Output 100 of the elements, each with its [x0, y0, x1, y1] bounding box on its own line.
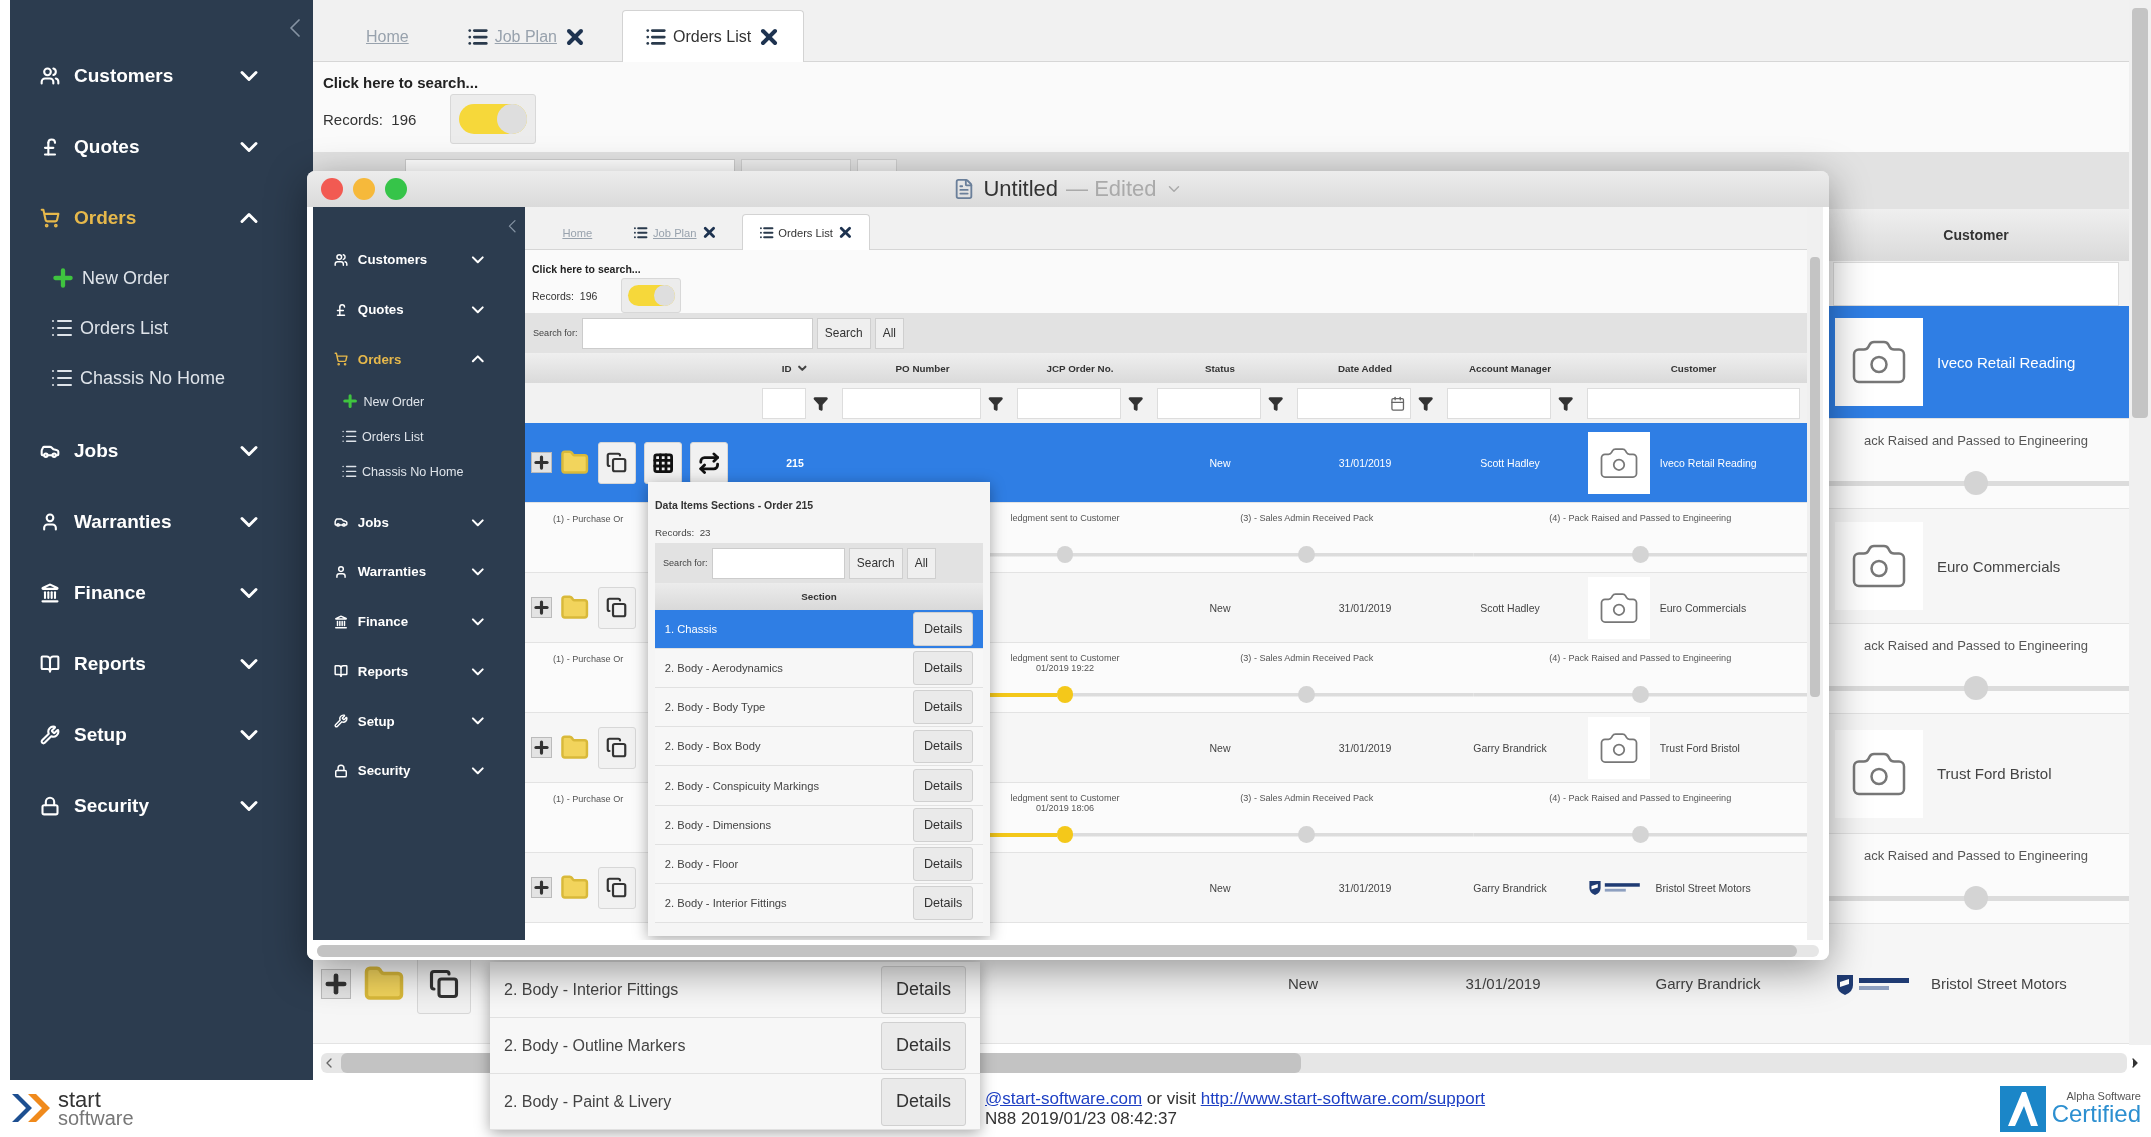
- filter-field[interactable]: [842, 387, 981, 419]
- details-button[interactable]: Details: [880, 1077, 966, 1126]
- nav-subitem[interactable]: New Order: [313, 384, 517, 420]
- section-row[interactable]: 2. Body - Aerodynamics Details: [655, 648, 983, 689]
- nav-item[interactable]: Finance: [313, 596, 517, 647]
- filter-field[interactable]: [762, 387, 806, 419]
- nav-item[interactable]: Setup: [10, 699, 305, 770]
- details-button[interactable]: Details: [913, 690, 974, 724]
- nav-item[interactable]: Orders: [10, 182, 305, 253]
- copy-button[interactable]: [597, 726, 636, 769]
- filter-icon[interactable]: [1557, 395, 1573, 411]
- tab[interactable]: Orders List: [742, 214, 871, 251]
- details-button[interactable]: Details: [913, 651, 974, 685]
- filter-field[interactable]: [1587, 387, 1800, 419]
- section-row[interactable]: 2. Body - Interior Fittings Details: [655, 884, 983, 924]
- nav-item[interactable]: Quotes: [10, 111, 305, 182]
- filter-icon[interactable]: [812, 395, 828, 411]
- filter-icon[interactable]: [987, 395, 1003, 411]
- nav-item[interactable]: Warranties: [10, 486, 305, 557]
- support-link[interactable]: http://www.start-software.com/support: [1200, 1088, 1486, 1108]
- window-zoom-button[interactable]: [385, 178, 407, 200]
- section-row[interactable]: 2. Body - Floor Details: [655, 844, 983, 884]
- section-row[interactable]: 2. Body - Outline Markers Details: [490, 1018, 980, 1074]
- details-button[interactable]: Details: [913, 807, 974, 842]
- copy-button[interactable]: [597, 866, 636, 909]
- window-close-button[interactable]: [321, 178, 343, 200]
- details-button[interactable]: Details: [880, 965, 966, 1014]
- search-button[interactable]: All: [874, 317, 904, 349]
- nav-subitem[interactable]: Orders List: [313, 419, 517, 455]
- add-icon[interactable]: [530, 597, 552, 619]
- nav-item[interactable]: Orders: [313, 334, 517, 385]
- list-icon: [341, 428, 358, 445]
- column-header[interactable]: PO Number: [895, 362, 950, 374]
- toggle-switch[interactable]: [450, 94, 537, 144]
- swap-button[interactable]: [690, 441, 728, 484]
- filter-field[interactable]: [1447, 387, 1551, 419]
- filter-field[interactable]: [1297, 387, 1411, 419]
- filter-icon[interactable]: [1127, 395, 1143, 411]
- nav-subitem[interactable]: Chassis No Home: [10, 353, 305, 403]
- filter-field[interactable]: [1833, 261, 2119, 306]
- add-icon[interactable]: [530, 737, 552, 759]
- section-row[interactable]: 2. Body - Box Body Details: [655, 727, 983, 767]
- add-icon[interactable]: [321, 968, 351, 999]
- nav-item[interactable]: Reports: [10, 628, 305, 699]
- scrollbar[interactable]: [1807, 207, 1823, 940]
- column-header[interactable]: ID: [781, 362, 792, 374]
- search-field[interactable]: [711, 547, 845, 579]
- details-button[interactable]: Details: [913, 886, 974, 920]
- search-prompt[interactable]: Click here to search...: [532, 262, 641, 275]
- nav-item[interactable]: Security: [10, 770, 305, 841]
- section-row[interactable]: 2. Body - Interior Fittings Details: [490, 962, 980, 1018]
- column-header[interactable]: Date Added: [1337, 362, 1393, 374]
- filter-icon[interactable]: [1267, 395, 1283, 411]
- details-button[interactable]: Details: [913, 847, 974, 881]
- nav-subitem[interactable]: Orders List: [10, 303, 305, 353]
- nav-item[interactable]: Setup: [313, 696, 517, 746]
- search-field[interactable]: [581, 317, 813, 349]
- nav-item[interactable]: Security: [313, 745, 517, 796]
- nav-item[interactable]: Customers: [10, 40, 305, 111]
- column-header[interactable]: Account Manager: [1468, 362, 1552, 374]
- add-icon[interactable]: [530, 877, 552, 899]
- toggle-switch[interactable]: [621, 278, 682, 314]
- section-row[interactable]: 1. Chassis Details: [655, 609, 983, 649]
- search-button[interactable]: Search: [848, 547, 903, 579]
- copy-button[interactable]: [597, 441, 636, 484]
- search-prompt[interactable]: Click here to search...: [323, 74, 479, 91]
- details-button[interactable]: Details: [913, 768, 974, 803]
- calendar-icon[interactable]: [1390, 395, 1406, 411]
- nav-item[interactable]: Customers: [313, 235, 517, 285]
- nav-subitem[interactable]: Chassis No Home: [313, 454, 517, 490]
- scrollbar[interactable]: [2129, 0, 2151, 1045]
- search-button[interactable]: All: [906, 547, 936, 579]
- column-header[interactable]: Customer: [1670, 362, 1717, 374]
- filter-icon[interactable]: [1417, 395, 1433, 411]
- nav-item[interactable]: Quotes: [313, 284, 517, 335]
- filter-field[interactable]: [1017, 387, 1121, 419]
- nav-item[interactable]: Jobs: [313, 497, 517, 548]
- column-header[interactable]: Customer: [1943, 227, 2009, 243]
- details-button[interactable]: Details: [880, 1021, 966, 1070]
- nav-item[interactable]: Reports: [313, 646, 517, 697]
- details-button[interactable]: Details: [913, 611, 974, 646]
- nav-item[interactable]: Jobs: [10, 415, 305, 486]
- search-button[interactable]: Search: [816, 317, 871, 349]
- table-cell: 31/01/2019: [1338, 456, 1392, 469]
- column-header[interactable]: Status: [1205, 362, 1235, 374]
- section-row[interactable]: 2. Body - Paint & Livery Details: [490, 1074, 980, 1130]
- nav-subitem[interactable]: New Order: [10, 253, 305, 303]
- grid-button[interactable]: [643, 441, 682, 484]
- email-link[interactable]: @start-software.com: [985, 1088, 1143, 1108]
- tab[interactable]: Orders List: [621, 10, 805, 62]
- add-icon[interactable]: [530, 452, 552, 474]
- column-header[interactable]: JCP Order No.: [1046, 362, 1114, 374]
- details-button[interactable]: Details: [913, 729, 974, 764]
- nav-item[interactable]: Warranties: [313, 547, 517, 597]
- filter-field[interactable]: [1157, 387, 1261, 419]
- section-row[interactable]: 2. Body - Conspicuity Markings Details: [655, 766, 983, 806]
- section-row[interactable]: 2. Body - Body Type Details: [655, 688, 983, 728]
- nav-item[interactable]: Finance: [10, 557, 305, 628]
- copy-button[interactable]: [597, 586, 636, 629]
- section-row[interactable]: 2. Body - Dimensions Details: [655, 805, 983, 845]
